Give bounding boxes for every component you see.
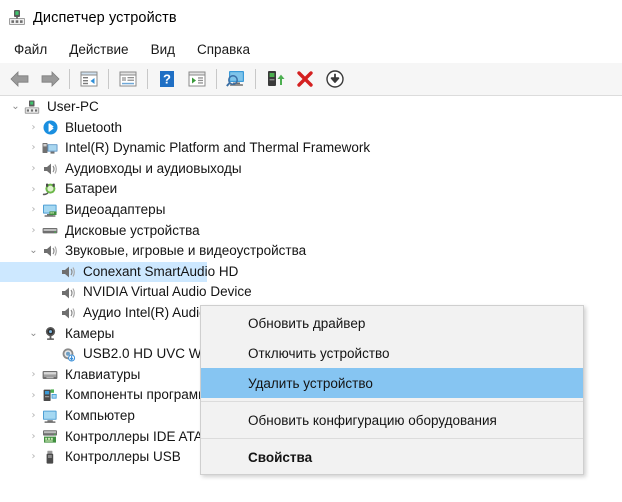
chevron-right-icon[interactable]: › bbox=[26, 225, 41, 236]
battery-icon bbox=[41, 182, 59, 198]
toolbar-separator bbox=[69, 69, 70, 89]
chevron-right-icon[interactable]: › bbox=[26, 452, 41, 462]
display-refresh-icon[interactable] bbox=[221, 65, 251, 93]
device-manager-window: Диспетчер устройств Файл Действие Вид Сп… bbox=[0, 0, 622, 502]
chevron-right-icon[interactable]: › bbox=[26, 143, 41, 153]
tree-row-intel-dptf[interactable]: › Intel(R) Dynamic Platform and Thermal … bbox=[0, 138, 622, 159]
ctx-properties[interactable]: Свойства bbox=[201, 442, 583, 472]
speaker-icon bbox=[41, 161, 59, 177]
system-device-icon bbox=[41, 140, 59, 156]
tree-label: Батареи bbox=[65, 181, 118, 197]
tree-label: Аудио Intel(R) Audio bbox=[83, 304, 207, 320]
tree-label: Клавиатуры bbox=[65, 366, 141, 382]
chevron-down-icon[interactable]: ⌄ bbox=[26, 246, 41, 256]
menu-help[interactable]: Справка bbox=[186, 39, 261, 61]
back-arrow-icon[interactable] bbox=[5, 65, 35, 93]
tree-label: Intel(R) Dynamic Platform and Thermal Fr… bbox=[65, 140, 371, 156]
tree-label: NVIDIA Virtual Audio Device bbox=[83, 284, 252, 300]
tree-label: Аудиовходы и аудиовыходы bbox=[65, 160, 242, 176]
toolbar-separator bbox=[108, 69, 109, 89]
tree-label: Дисковые устройства bbox=[65, 222, 200, 238]
menu-file[interactable]: Файл bbox=[3, 39, 58, 61]
chevron-right-icon[interactable]: › bbox=[26, 390, 41, 401]
speaker-icon bbox=[59, 305, 77, 321]
tree-row-bluetooth[interactable]: › Bluetooth bbox=[0, 118, 622, 139]
show-hidden-devices-icon[interactable] bbox=[74, 65, 104, 93]
chevron-right-icon[interactable]: › bbox=[26, 122, 41, 133]
webcam-icon bbox=[59, 346, 77, 362]
uninstall-device-icon[interactable] bbox=[290, 65, 320, 93]
ctx-scan-hardware-changes[interactable]: Обновить конфигурацию оборудования bbox=[201, 405, 583, 435]
chevron-right-icon[interactable]: › bbox=[26, 411, 41, 421]
menu-view[interactable]: Вид bbox=[140, 39, 186, 61]
speaker-icon bbox=[59, 285, 77, 301]
title-bar: Диспетчер устройств bbox=[0, 0, 622, 36]
tree-label: Звуковые, игровые и видеоустройства bbox=[65, 243, 307, 259]
tree-label: Bluetooth bbox=[65, 119, 123, 135]
window-title: Диспетчер устройств bbox=[33, 10, 177, 26]
ctx-uninstall-device[interactable]: Удалить устройство bbox=[201, 368, 583, 398]
bluetooth-icon bbox=[41, 120, 59, 136]
keyboard-icon bbox=[41, 367, 59, 383]
ctx-disable-device[interactable]: Отключить устройство bbox=[201, 338, 583, 368]
update-driver-icon[interactable] bbox=[260, 65, 290, 93]
context-menu-separator bbox=[201, 438, 583, 439]
tree-label: Камеры bbox=[65, 325, 115, 341]
chevron-right-icon[interactable]: › bbox=[26, 431, 41, 442]
context-menu[interactable]: Обновить драйвер Отключить устройство Уд… bbox=[200, 305, 584, 475]
disk-drive-icon bbox=[41, 223, 59, 239]
tree-row-user-pc[interactable]: ⌄ User-PC bbox=[0, 97, 622, 118]
menu-action[interactable]: Действие bbox=[58, 39, 139, 61]
disable-device-icon[interactable] bbox=[320, 65, 350, 93]
toolbar-separator bbox=[255, 69, 256, 89]
computer-root-icon bbox=[23, 99, 41, 115]
ctx-update-driver[interactable]: Обновить драйвер bbox=[201, 308, 583, 338]
tree-label: Компьютер bbox=[65, 407, 135, 423]
toolbar: ? bbox=[0, 63, 622, 96]
menu-bar: Файл Действие Вид Справка bbox=[0, 36, 622, 63]
tree-label: Контроллеры USB bbox=[65, 449, 181, 465]
help-icon[interactable]: ? bbox=[152, 65, 182, 93]
tree-label: Видеоадаптеры bbox=[65, 202, 166, 218]
chevron-down-icon[interactable]: ⌄ bbox=[26, 328, 41, 339]
tree-label: User-PC bbox=[47, 99, 99, 115]
tree-label: Conexant SmartAudio HD bbox=[83, 263, 239, 279]
chevron-down-icon[interactable]: ⌄ bbox=[8, 102, 23, 112]
tree-row-conexant-smartaudio[interactable]: › Conexant SmartAudio HD bbox=[0, 261, 622, 283]
speaker-icon bbox=[41, 243, 59, 259]
tree-row-batteries[interactable]: › Батареи bbox=[0, 179, 622, 200]
tree-row-audio-io[interactable]: › Аудиовходы и аудиовыходы bbox=[0, 159, 622, 180]
toolbar-separator bbox=[216, 69, 217, 89]
tree-row-nvidia-virtual-audio[interactable]: › NVIDIA Virtual Audio Device bbox=[0, 282, 622, 303]
chevron-right-icon[interactable]: › bbox=[26, 164, 41, 174]
forward-arrow-icon[interactable] bbox=[35, 65, 65, 93]
scan-icon[interactable] bbox=[182, 65, 212, 93]
chevron-right-icon[interactable]: › bbox=[26, 205, 41, 215]
monitor-icon bbox=[41, 408, 59, 424]
tree-row-sound-video-game[interactable]: ⌄ Звуковые, игровые и видеоустройства bbox=[0, 241, 622, 262]
properties-icon[interactable] bbox=[113, 65, 143, 93]
software-component-icon bbox=[41, 388, 59, 404]
toolbar-separator bbox=[147, 69, 148, 89]
device-manager-icon bbox=[8, 9, 26, 27]
svg-text:?: ? bbox=[163, 72, 171, 87]
display-adapter-icon bbox=[41, 202, 59, 218]
speaker-icon bbox=[59, 264, 77, 280]
tree-row-disk-drives[interactable]: › Дисковые устройства bbox=[0, 221, 622, 242]
chevron-right-icon[interactable]: › bbox=[26, 370, 41, 380]
context-menu-separator bbox=[201, 401, 583, 402]
tree-row-display-adapters[interactable]: › Видеоадаптеры bbox=[0, 200, 622, 221]
chevron-right-icon[interactable]: › bbox=[26, 184, 41, 195]
ide-controller-icon bbox=[41, 429, 59, 445]
camera-icon bbox=[41, 326, 59, 342]
usb-controller-icon bbox=[41, 449, 59, 465]
